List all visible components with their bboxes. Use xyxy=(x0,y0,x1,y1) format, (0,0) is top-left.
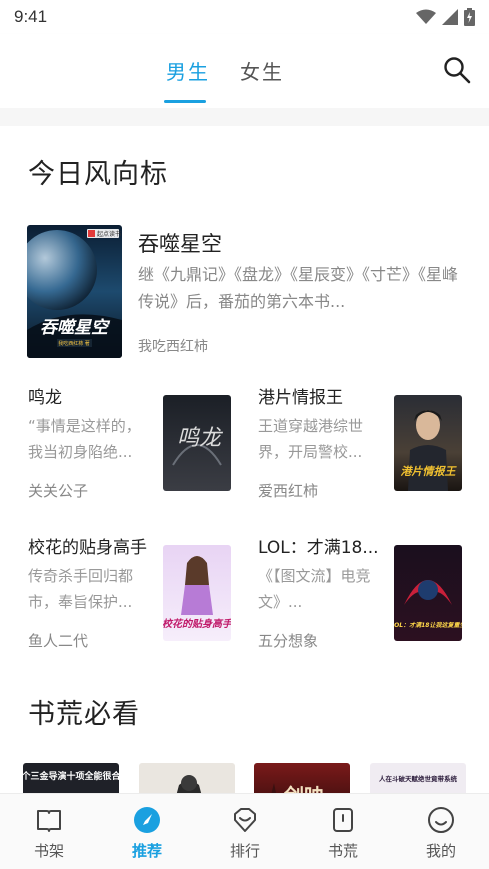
status-icons xyxy=(416,8,475,26)
svg-text:LOL：才满18让我这复重生: LOL：才满18让我这复重生 xyxy=(394,621,462,629)
cover-author: 我吃西红柿 著 xyxy=(58,340,90,347)
section-title-today: 今日风向标 xyxy=(28,159,168,190)
book-author[interactable]: 鱼人二代 xyxy=(28,630,88,651)
content-area: 今日风向标 起点读书 吞噬星空 我吃西红柿 著 吞噬星空 继《九鼎记》《盘龙》《… xyxy=(0,108,489,793)
featured-title[interactable]: 吞噬星空 xyxy=(138,228,222,258)
nav-item-ranking[interactable]: 排行 xyxy=(196,794,294,869)
nav-label: 排行 xyxy=(229,842,260,860)
svg-text:剑映: 剑映 xyxy=(283,784,325,793)
svg-text:我一个三金导演十项全能很合理吧: 我一个三金导演十项全能很合理吧 xyxy=(23,770,119,782)
top-bar: 男生 女生 xyxy=(0,34,489,108)
book-description: 传奇杀手回归都市，奉旨保护... xyxy=(28,567,134,611)
book-cover[interactable]: 剑映 xyxy=(254,763,350,793)
cover-badge: 起点读书 xyxy=(97,230,121,238)
cover-art: 剑映 xyxy=(254,763,350,793)
wifi-icon xyxy=(416,9,436,24)
book-description: 《【图文流】电竞文》... xyxy=(258,567,371,611)
signal-icon xyxy=(442,9,458,25)
recommend-card: 今日风向标 起点读书 吞噬星空 我吃西红柿 著 吞噬星空 继《九鼎记》《盘龙》《… xyxy=(0,126,489,793)
book-cover[interactable]: 人在斗破天赋绝世竟带系统 xyxy=(370,763,466,793)
book-cover[interactable]: 我一个三金导演十项全能很合理吧 xyxy=(23,763,119,793)
cover-art: 我一个三金导演十项全能很合理吧 xyxy=(23,763,119,793)
nav-item-bookshelf[interactable]: 书架 xyxy=(0,794,98,869)
top-tabs: 男生 女生 xyxy=(0,34,489,108)
featured-cover-art: 起点读书 吞噬星空 我吃西红柿 著 xyxy=(27,225,122,358)
cover-art: 鸣龙 xyxy=(163,395,231,491)
status-bar: 9:41 xyxy=(0,0,489,34)
profile-icon xyxy=(428,807,454,833)
compass-icon xyxy=(134,807,160,833)
svg-text:人在斗破天赋绝世竟带系统: 人在斗破天赋绝世竟带系统 xyxy=(379,774,458,783)
nav-label: 我的 xyxy=(425,842,456,860)
cover-art: 校花的贴身高手 xyxy=(163,545,231,641)
book-description: 王道穿越港综世界，开局警校... xyxy=(258,417,364,461)
nav-label: 书架 xyxy=(33,842,64,860)
status-time: 9:41 xyxy=(14,7,48,26)
book-cover[interactable]: 起点读书 吞噬星空 我吃西红柿 著 xyxy=(27,225,122,358)
book-cover[interactable] xyxy=(139,763,235,793)
tab-female[interactable]: 女生 xyxy=(240,56,284,85)
battery-icon xyxy=(464,8,475,26)
book-author[interactable]: 爱西红柿 xyxy=(258,480,318,501)
book-title[interactable]: LOL：才满18... xyxy=(258,533,379,558)
nav-label: 推荐 xyxy=(131,842,162,860)
book-author[interactable]: 五分想象 xyxy=(258,630,318,651)
svg-text:鸣龙: 鸣龙 xyxy=(177,426,224,451)
cover-title: 吞噬星空 xyxy=(40,318,111,338)
svg-text:校花的贴身高手: 校花的贴身高手 xyxy=(163,618,231,630)
book-author[interactable]: 关关公子 xyxy=(28,480,88,501)
nav-item-profile[interactable]: 我的 xyxy=(392,794,489,869)
book-title[interactable]: 鸣龙 xyxy=(28,383,62,408)
cover-art: LOL：才满18让我这复重生 xyxy=(394,545,462,641)
bottom-nav: 书架 推荐 排行 书荒 我的 xyxy=(0,793,489,869)
section-title-must-read: 书荒必看 xyxy=(28,699,140,730)
book-cover[interactable]: 校花的贴身高手 xyxy=(163,545,231,641)
svg-text:港片情报王: 港片情报王 xyxy=(401,465,458,478)
book-title[interactable]: 港片情报王 xyxy=(258,383,343,408)
book-description: “事情是这样的，我当初身陷绝... xyxy=(28,417,141,461)
featured-author[interactable]: 我吃西红柿 xyxy=(138,336,208,356)
tab-male[interactable]: 男生 xyxy=(166,56,210,85)
book-cover[interactable]: LOL：才满18让我这复重生 xyxy=(394,545,462,641)
cover-art xyxy=(139,763,235,793)
book-cover[interactable]: 港片情报王 xyxy=(394,395,462,491)
book-cover[interactable]: 鸣龙 xyxy=(163,395,231,491)
search-icon[interactable] xyxy=(443,56,471,84)
book-icon xyxy=(333,808,353,832)
ranking-icon xyxy=(234,808,256,832)
nav-label: 书荒 xyxy=(327,842,358,860)
nav-item-recommend[interactable]: 推荐 xyxy=(98,794,196,869)
book-title[interactable]: 校花的贴身高手 xyxy=(28,533,147,558)
bookshelf-icon xyxy=(37,810,61,832)
cover-art: 港片情报王 xyxy=(394,395,462,491)
cover-art: 人在斗破天赋绝世竟带系统 xyxy=(370,763,466,793)
featured-description: 继《九鼎记》《盘龙》《星辰变》《寸芒》《星峰传说》后，番茄的第六本书... xyxy=(138,265,459,311)
active-tab-indicator xyxy=(164,100,206,103)
nav-item-booklist[interactable]: 书荒 xyxy=(294,794,392,869)
